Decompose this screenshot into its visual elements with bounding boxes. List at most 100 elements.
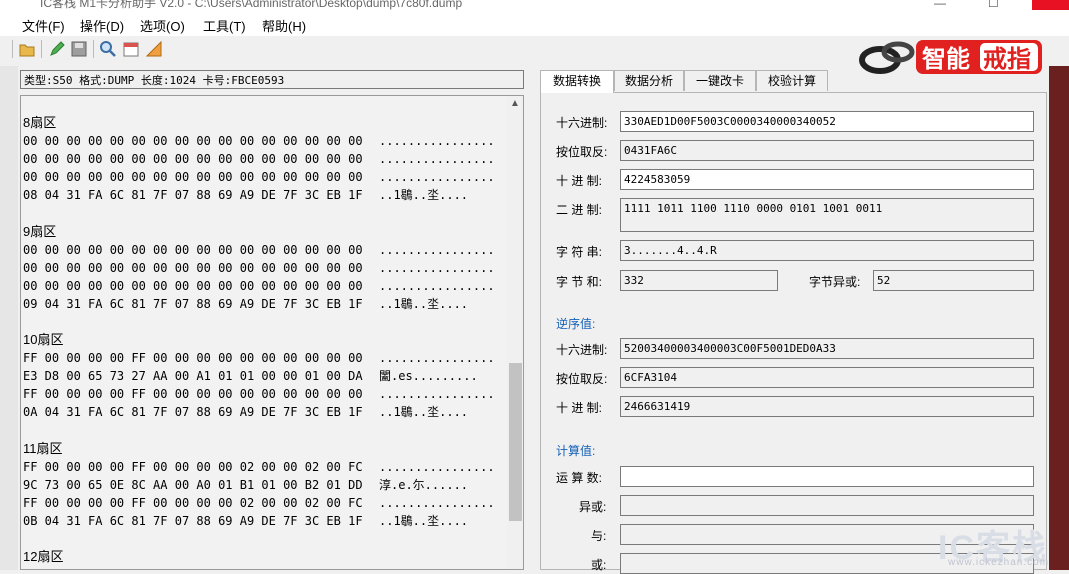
- ascii-row: 闔.es.........: [379, 369, 478, 384]
- ascii-row: ..1鶡..坔....: [379, 405, 469, 420]
- byte-xor-field[interactable]: 52: [873, 270, 1034, 291]
- menu-options[interactable]: 选项(O): [140, 16, 185, 35]
- byte-sum-field[interactable]: 332: [620, 270, 778, 291]
- toolbar-separator: [41, 40, 42, 58]
- brand-logo: 智能 戒指: [859, 40, 1042, 74]
- reverse-invert-label: 按位取反:: [556, 372, 608, 386]
- conversion-panel: 十六进制: 330AED1D00F5003C0000340000340052 按…: [540, 92, 1047, 574]
- brand-ring-text: 戒指: [983, 45, 1031, 73]
- sector-title: 8扇区: [23, 115, 57, 130]
- hex-dump-panel[interactable]: 8扇区 00 00 00 00 00 00 00 00 00 00 00 00 0…: [20, 95, 524, 570]
- reverse-decimal-label: 十 进 制:: [556, 401, 603, 415]
- sector-title: 12扇区: [23, 549, 64, 564]
- reverse-hex-label: 十六进制:: [556, 343, 608, 357]
- watermark: IC客栈 www.ickezhan.com: [938, 520, 1063, 568]
- hex-row[interactable]: 00 00 00 00 00 00 00 00 00 00 00 00 00 0…: [23, 277, 363, 295]
- xor-result-label: 异或:: [579, 500, 607, 514]
- ascii-row: ................: [379, 387, 495, 402]
- hex-label: 十六进制:: [556, 116, 608, 130]
- hex-row[interactable]: FF 00 00 00 00 FF 00 00 00 00 00 00 00 0…: [23, 349, 363, 367]
- ascii-row: ..1鶡..坔....: [379, 188, 469, 203]
- hex-row[interactable]: 0A 04 31 FA 6C 81 7F 07 88 69 A9 DE 7F 3…: [23, 403, 363, 421]
- hex-input[interactable]: 330AED1D00F5003C0000340000340052: [620, 111, 1034, 132]
- title-bar: IC客栈 M1卡分析助手 V2.0 - C:\Users\Administrat…: [0, 0, 1069, 10]
- hex-row[interactable]: 0B 04 31 FA 6C 81 7F 07 88 69 A9 DE 7F 3…: [23, 512, 363, 530]
- or-result-label: 或:: [591, 558, 607, 572]
- minimize-button[interactable]: —: [934, 0, 946, 10]
- maximize-button[interactable]: ☐: [988, 0, 999, 10]
- tab-checksum[interactable]: 校验计算: [756, 70, 828, 91]
- menu-file[interactable]: 文件(F): [22, 16, 65, 35]
- sector-title: 9扇区: [23, 223, 57, 239]
- menu-tools[interactable]: 工具(T): [203, 16, 246, 35]
- vertical-scrollbar[interactable]: ▲: [507, 96, 523, 569]
- calculator-icon[interactable]: [145, 40, 163, 58]
- search-icon[interactable]: [99, 40, 117, 58]
- hex-row[interactable]: 08 04 31 FA 6C 81 7F 07 88 69 A9 DE 7F 3…: [23, 186, 363, 204]
- hex-row[interactable]: 00 00 00 00 00 00 00 00 00 00 00 00 00 0…: [23, 132, 363, 150]
- close-button[interactable]: [1032, 0, 1069, 10]
- edit-pencil-icon[interactable]: [48, 40, 66, 58]
- window-title: IC客栈 M1卡分析助手 V2.0 - C:\Users\Administrat…: [40, 0, 463, 10]
- sector-title: 10扇区: [23, 332, 64, 347]
- hex-row[interactable]: 00 00 00 00 00 00 00 00 00 00 00 00 00 0…: [23, 241, 363, 259]
- invert-label: 按位取反:: [556, 145, 608, 159]
- hex-row[interactable]: FF 00 00 00 00 FF 00 00 00 00 02 00 00 0…: [23, 494, 363, 512]
- binary-field[interactable]: 1111 1011 1100 1110 0000 0101 1001 0011: [620, 198, 1034, 232]
- hex-row[interactable]: 00 00 00 00 00 00 00 00 00 00 00 00 00 0…: [23, 259, 363, 277]
- decimal-input[interactable]: 4224583059: [620, 169, 1034, 190]
- tab-one-click-modify[interactable]: 一键改卡: [684, 70, 756, 91]
- xor-result-field[interactable]: [620, 495, 1034, 516]
- ascii-row: ..1鶡..坔....: [379, 296, 469, 311]
- menu-help[interactable]: 帮助(H): [262, 16, 306, 35]
- reverse-section-title: 逆序值:: [556, 317, 596, 331]
- tab-data-analysis[interactable]: 数据分析: [614, 70, 684, 91]
- operand-input[interactable]: [620, 466, 1034, 487]
- ascii-row: ..1鶡..坔....: [379, 513, 469, 528]
- hex-row[interactable]: FF 00 00 00 00 FF 00 00 00 00 00 00 00 0…: [23, 385, 363, 403]
- calendar-icon[interactable]: [122, 40, 140, 58]
- menu-bar: 文件(F) 操作(D) 选项(O) 工具(T) 帮助(H): [0, 10, 1069, 36]
- string-label: 字 符 串:: [556, 245, 603, 259]
- invert-field[interactable]: 0431FA6C: [620, 140, 1034, 161]
- reverse-invert-field[interactable]: 6CFA3104: [620, 367, 1034, 388]
- operand-label: 运 算 数:: [556, 471, 603, 485]
- calc-section-title: 计算值:: [556, 444, 596, 458]
- binary-label: 二 进 制:: [556, 203, 603, 217]
- ascii-row: ................: [379, 351, 495, 366]
- ascii-row: ................: [379, 495, 495, 510]
- byte-sum-label: 字 节 和:: [556, 275, 603, 289]
- hex-row[interactable]: 9C 73 00 65 0E 8C AA 00 A0 01 B1 01 00 B…: [23, 476, 363, 494]
- reverse-hex-field[interactable]: 52003400003400003C00F5001DED0A33: [620, 338, 1034, 359]
- hex-row[interactable]: FF 00 00 00 00 FF 00 00 00 00 02 00 00 0…: [23, 458, 363, 476]
- scrollbar-thumb[interactable]: [509, 363, 522, 521]
- ascii-row: ................: [379, 242, 495, 257]
- byte-xor-label: 字节异或:: [809, 275, 861, 289]
- ascii-row: ................: [379, 260, 495, 275]
- toolbar-separator: [12, 40, 13, 58]
- hex-row[interactable]: 00 00 00 00 00 00 00 00 00 00 00 00 00 0…: [23, 150, 363, 168]
- ascii-row: ................: [379, 170, 495, 185]
- background-window-edge: [1049, 66, 1069, 570]
- open-folder-icon[interactable]: [18, 40, 36, 58]
- and-result-label: 与:: [591, 529, 607, 543]
- decimal-label: 十 进 制:: [556, 174, 603, 188]
- ascii-row: 淳.e.尓......: [379, 477, 469, 492]
- scroll-up-arrow-icon[interactable]: ▲: [510, 98, 520, 109]
- menu-operate[interactable]: 操作(D): [80, 16, 124, 35]
- toolbar-separator: [93, 40, 94, 58]
- string-field[interactable]: 3.......4..4.R: [620, 240, 1034, 261]
- ascii-row: ................: [379, 459, 495, 474]
- hex-row[interactable]: E3 D8 00 65 73 27 AA 00 A1 01 01 00 00 0…: [23, 367, 363, 385]
- hex-row[interactable]: 00 00 00 00 00 00 00 00 00 00 00 00 00 0…: [23, 168, 363, 186]
- reverse-decimal-field[interactable]: 2466631419: [620, 396, 1034, 417]
- ascii-row: ................: [379, 278, 495, 293]
- sector-title: 11扇区: [23, 440, 63, 456]
- save-icon[interactable]: [70, 40, 88, 58]
- tab-data-conversion[interactable]: 数据转换: [540, 70, 614, 93]
- brand-smart-text: 智能: [922, 45, 970, 73]
- watermark-url: www.ickezhan.com: [948, 557, 1050, 568]
- card-info-bar: 类型:S50 格式:DUMP 长度:1024 卡号:FBCE0593: [20, 70, 524, 89]
- hex-row[interactable]: 09 04 31 FA 6C 81 7F 07 88 69 A9 DE 7F 3…: [23, 295, 363, 313]
- ascii-row: ................: [379, 152, 495, 167]
